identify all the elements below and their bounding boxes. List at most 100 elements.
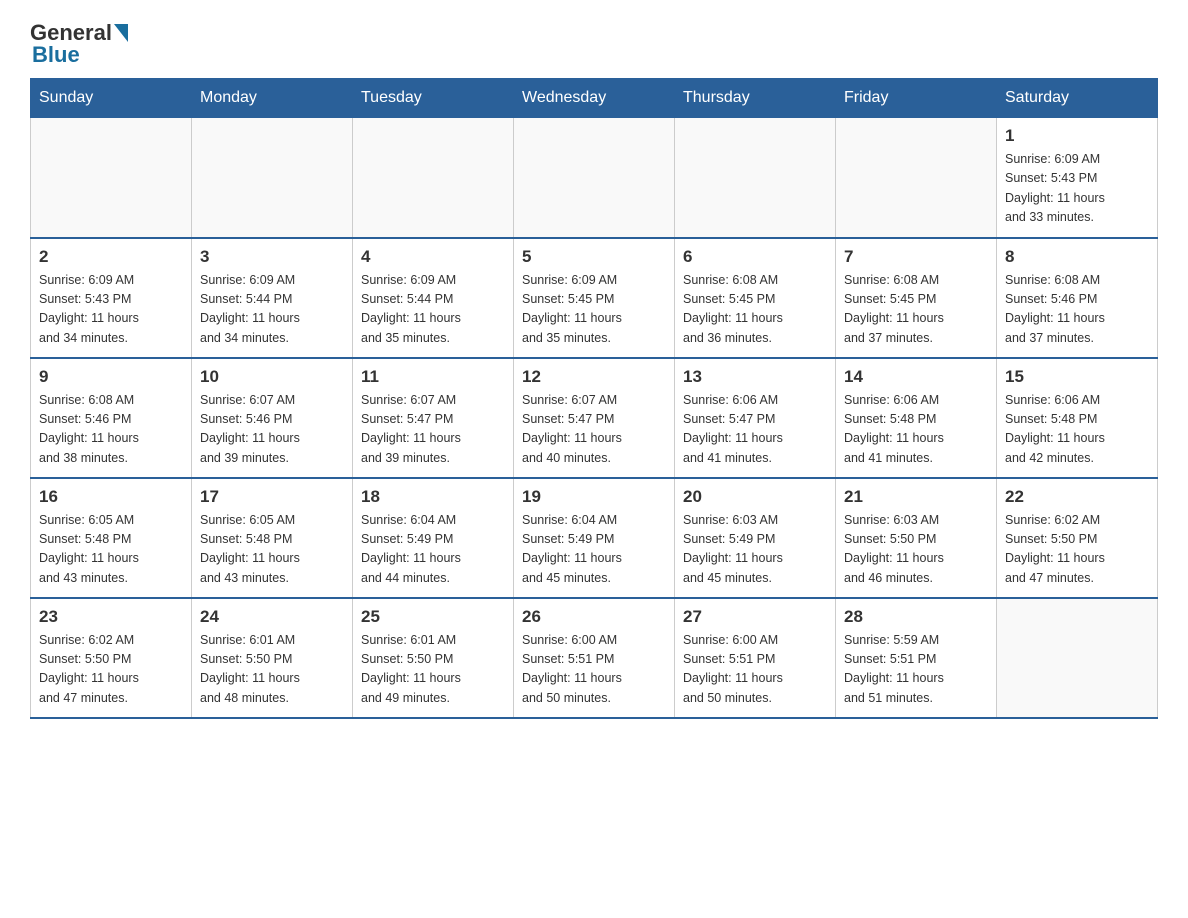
day-info: Sunrise: 6:05 AM Sunset: 5:48 PM Dayligh… [200, 511, 344, 589]
calendar-cell: 11 Sunrise: 6:07 AM Sunset: 5:47 PM Dayli… [353, 358, 514, 478]
day-info: Sunrise: 6:03 AM Sunset: 5:49 PM Dayligh… [683, 511, 827, 589]
day-number: 23 [39, 607, 183, 627]
calendar-cell: 3 Sunrise: 6:09 AM Sunset: 5:44 PM Daylig… [192, 238, 353, 358]
calendar-week-row: 23 Sunrise: 6:02 AM Sunset: 5:50 PM Dayli… [31, 598, 1158, 718]
calendar-cell: 16Sunrise: 6:05 AM Sunset: 5:48 PM Dayli… [31, 478, 192, 598]
day-header-wednesday: Wednesday [514, 79, 675, 118]
day-info: Sunrise: 6:04 AM Sunset: 5:49 PM Dayligh… [361, 511, 505, 589]
calendar-cell: 26 Sunrise: 6:00 AM Sunset: 5:51 PM Dayli… [514, 598, 675, 718]
day-number: 1 [1005, 126, 1149, 146]
calendar-header-row: SundayMondayTuesdayWednesdayThursdayFrid… [31, 79, 1158, 118]
day-number: 7 [844, 247, 988, 267]
day-info: Sunrise: 6:06 AM Sunset: 5:48 PM Dayligh… [1005, 391, 1149, 469]
day-number: 16 [39, 487, 183, 507]
day-number: 26 [522, 607, 666, 627]
calendar-cell: 27 Sunrise: 6:00 AM Sunset: 5:51 PM Dayli… [675, 598, 836, 718]
day-number: 21 [844, 487, 988, 507]
calendar-cell [997, 598, 1158, 718]
logo: General Blue [30, 20, 128, 68]
day-info: Sunrise: 6:04 AM Sunset: 5:49 PM Dayligh… [522, 511, 666, 589]
day-header-saturday: Saturday [997, 79, 1158, 118]
calendar-week-row: 16 Sunrise: 6:05 AM Sunset: 5:48 PM Dayli… [31, 478, 1158, 598]
day-number: 15 [1005, 367, 1149, 387]
calendar-cell: 20 Sunrise: 6:03 AM Sunset: 5:49 PM Dayli… [675, 478, 836, 598]
day-number: 9 [39, 367, 183, 387]
calendar-cell [836, 118, 997, 238]
calendar-cell: 9 Sunrise: 6:08 AM Sunset: 5:46 PM Daylig… [31, 358, 192, 478]
day-info: Sunrise: 6:00 AM Sunset: 5:51 PM Dayligh… [522, 631, 666, 709]
day-info: Sunrise: 6:07 AM Sunset: 5:47 PM Dayligh… [522, 391, 666, 469]
day-number: 11 [361, 367, 505, 387]
day-number: 19 [522, 487, 666, 507]
calendar-cell: 13 Sunrise: 6:06 AM Sunset: 5:47 PM Dayli… [675, 358, 836, 478]
day-info: Sunrise: 6:03 AM Sunset: 5:50 PM Dayligh… [844, 511, 988, 589]
calendar-cell: 24 Sunrise: 6:01 AM Sunset: 5:50 PM Dayli… [192, 598, 353, 718]
day-number: 4 [361, 247, 505, 267]
day-number: 2 [39, 247, 183, 267]
calendar-table: SundayMondayTuesdayWednesdayThursdayFrid… [30, 78, 1158, 719]
day-info: Sunrise: 6:09 AM Sunset: 5:43 PM Dayligh… [1005, 150, 1149, 228]
logo-blue-text: Blue [32, 42, 80, 68]
day-number: 12 [522, 367, 666, 387]
day-info: Sunrise: 5:59 AM Sunset: 5:51 PM Dayligh… [844, 631, 988, 709]
day-number: 18 [361, 487, 505, 507]
calendar-cell: 23 Sunrise: 6:02 AM Sunset: 5:50 PM Dayli… [31, 598, 192, 718]
calendar-cell: 12 Sunrise: 6:07 AM Sunset: 5:47 PM Dayli… [514, 358, 675, 478]
calendar-cell: 22 Sunrise: 6:02 AM Sunset: 5:50 PM Dayli… [997, 478, 1158, 598]
day-number: 14 [844, 367, 988, 387]
day-info: Sunrise: 6:01 AM Sunset: 5:50 PM Dayligh… [361, 631, 505, 709]
day-number: 8 [1005, 247, 1149, 267]
day-info: Sunrise: 6:08 AM Sunset: 5:46 PM Dayligh… [39, 391, 183, 469]
logo-arrow-icon [114, 24, 128, 42]
day-number: 13 [683, 367, 827, 387]
calendar-cell: 18 Sunrise: 6:04 AM Sunset: 5:49 PM Dayli… [353, 478, 514, 598]
day-number: 20 [683, 487, 827, 507]
day-info: Sunrise: 6:02 AM Sunset: 5:50 PM Dayligh… [1005, 511, 1149, 589]
day-info: Sunrise: 6:07 AM Sunset: 5:47 PM Dayligh… [361, 391, 505, 469]
calendar-cell: 6Sunrise: 6:08 AM Sunset: 5:45 PM Daylig… [675, 238, 836, 358]
calendar-cell: 14 Sunrise: 6:06 AM Sunset: 5:48 PM Dayli… [836, 358, 997, 478]
calendar-cell: 8 Sunrise: 6:08 AM Sunset: 5:46 PM Daylig… [997, 238, 1158, 358]
day-header-tuesday: Tuesday [353, 79, 514, 118]
calendar-cell [192, 118, 353, 238]
page-header: General Blue [30, 20, 1158, 68]
calendar-cell [31, 118, 192, 238]
calendar-week-row: 2 Sunrise: 6:09 AM Sunset: 5:43 PM Daylig… [31, 238, 1158, 358]
calendar-cell: 28 Sunrise: 5:59 AM Sunset: 5:51 PM Dayli… [836, 598, 997, 718]
calendar-cell: 19 Sunrise: 6:04 AM Sunset: 5:49 PM Dayli… [514, 478, 675, 598]
day-header-sunday: Sunday [31, 79, 192, 118]
day-number: 5 [522, 247, 666, 267]
day-number: 17 [200, 487, 344, 507]
calendar-cell: 25 Sunrise: 6:01 AM Sunset: 5:50 PM Dayli… [353, 598, 514, 718]
day-number: 6 [683, 247, 827, 267]
day-header-friday: Friday [836, 79, 997, 118]
calendar-cell: 15 Sunrise: 6:06 AM Sunset: 5:48 PM Dayli… [997, 358, 1158, 478]
day-info: Sunrise: 6:08 AM Sunset: 5:45 PM Dayligh… [844, 271, 988, 349]
calendar-cell: 2 Sunrise: 6:09 AM Sunset: 5:43 PM Daylig… [31, 238, 192, 358]
day-number: 3 [200, 247, 344, 267]
day-header-monday: Monday [192, 79, 353, 118]
day-number: 10 [200, 367, 344, 387]
calendar-week-row: 1 Sunrise: 6:09 AM Sunset: 5:43 PM Daylig… [31, 118, 1158, 238]
day-info: Sunrise: 6:06 AM Sunset: 5:48 PM Dayligh… [844, 391, 988, 469]
day-number: 25 [361, 607, 505, 627]
day-number: 22 [1005, 487, 1149, 507]
day-number: 24 [200, 607, 344, 627]
calendar-cell: 21 Sunrise: 6:03 AM Sunset: 5:50 PM Dayli… [836, 478, 997, 598]
day-info: Sunrise: 6:07 AM Sunset: 5:46 PM Dayligh… [200, 391, 344, 469]
day-info: Sunrise: 6:02 AM Sunset: 5:50 PM Dayligh… [39, 631, 183, 709]
day-number: 28 [844, 607, 988, 627]
day-info: Sunrise: 6:09 AM Sunset: 5:44 PM Dayligh… [200, 271, 344, 349]
day-info: Sunrise: 6:09 AM Sunset: 5:44 PM Dayligh… [361, 271, 505, 349]
day-info: Sunrise: 6:09 AM Sunset: 5:43 PM Dayligh… [39, 271, 183, 349]
calendar-cell [353, 118, 514, 238]
day-info: Sunrise: 6:00 AM Sunset: 5:51 PM Dayligh… [683, 631, 827, 709]
calendar-cell: 17 Sunrise: 6:05 AM Sunset: 5:48 PM Dayli… [192, 478, 353, 598]
day-info: Sunrise: 6:08 AM Sunset: 5:46 PM Dayligh… [1005, 271, 1149, 349]
day-number: 27 [683, 607, 827, 627]
day-info: Sunrise: 6:01 AM Sunset: 5:50 PM Dayligh… [200, 631, 344, 709]
calendar-cell: 10 Sunrise: 6:07 AM Sunset: 5:46 PM Dayli… [192, 358, 353, 478]
day-info: Sunrise: 6:06 AM Sunset: 5:47 PM Dayligh… [683, 391, 827, 469]
calendar-cell: 7 Sunrise: 6:08 AM Sunset: 5:45 PM Daylig… [836, 238, 997, 358]
calendar-cell [514, 118, 675, 238]
